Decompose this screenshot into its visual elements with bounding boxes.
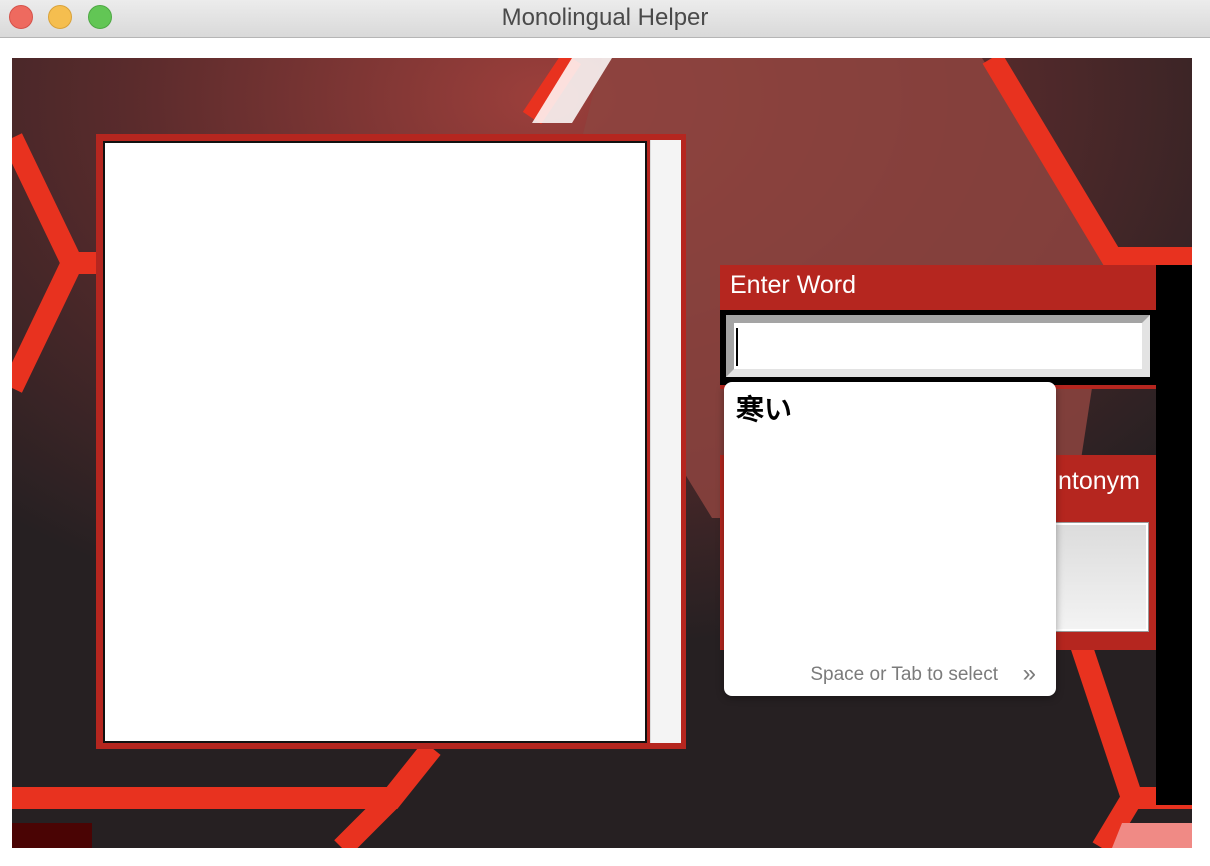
title-bar: Monolingual Helper	[0, 0, 1210, 38]
output-panel	[96, 134, 686, 749]
ime-candidate-item[interactable]: 寒い	[736, 388, 792, 428]
window-title: Monolingual Helper	[501, 4, 709, 31]
right-edge-panel	[1156, 265, 1192, 805]
app-window: Monolingual Helper Enter Word ntonym 寒い …	[0, 0, 1210, 866]
ime-select-hint: Space or Tab to select	[810, 664, 998, 685]
text-caret	[736, 328, 738, 366]
ime-candidate-popup: 寒い Space or Tab to select »	[724, 382, 1056, 696]
output-scrollbar[interactable]	[650, 140, 681, 743]
word-input[interactable]	[726, 315, 1150, 377]
ime-expand-icon[interactable]: »	[1023, 660, 1036, 688]
enter-word-label: Enter Word	[730, 271, 856, 299]
word-input-frame	[720, 310, 1156, 385]
enter-word-panel: Enter Word	[720, 265, 1156, 389]
antonym-label: ntonym	[1058, 467, 1140, 495]
output-text-area[interactable]	[103, 141, 647, 743]
